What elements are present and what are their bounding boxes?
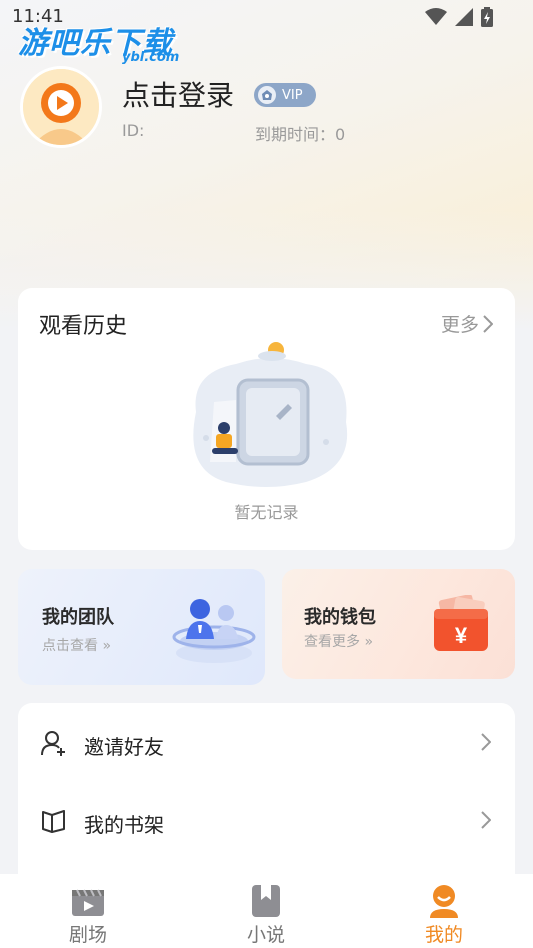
nav-item-mine[interactable]: 我的 [384, 874, 504, 948]
battery-icon [481, 7, 493, 27]
menu-item-bookshelf[interactable]: 我的书架 [18, 783, 515, 861]
login-title[interactable]: 点击登录 [122, 74, 234, 114]
my-team-card[interactable]: 我的团队 点击查看 » [18, 569, 265, 685]
profile-icon [430, 885, 458, 918]
signal-icon [455, 8, 473, 26]
wifi-icon [425, 8, 447, 25]
menu-card: 邀请好友 我的书架 [18, 703, 515, 893]
expiry-time: 到期时间：0 [255, 125, 346, 144]
chevron-right-icon [481, 811, 491, 829]
nav-item-theater[interactable]: 剧场 [28, 874, 148, 948]
menu-item-invite-friends[interactable]: 邀请好友 [18, 705, 515, 783]
user-plus-icon [41, 731, 65, 756]
chevron-right-icon [481, 733, 491, 751]
watermark-sub: ybl.com [122, 50, 180, 65]
history-card: 观看历史 更多 暂无记录 [18, 288, 515, 550]
my-wallet-sub: 查看更多 » [304, 634, 374, 650]
chevron-right-icon [483, 314, 493, 333]
svg-text:¥: ¥ [455, 623, 468, 648]
my-wallet-title: 我的钱包 [304, 607, 376, 628]
bookmark-book-icon [252, 885, 280, 917]
menu-item-label: 邀请好友 [84, 735, 164, 759]
team-icon [172, 599, 256, 663]
watermark-logo: 游吧乐下载 ybl.com [18, 18, 188, 68]
nav-label: 我的 [424, 924, 463, 946]
nav-label: 剧场 [68, 924, 107, 946]
book-open-icon [42, 810, 65, 833]
wallet-icon: ¥ [434, 595, 488, 651]
history-title: 观看历史 [39, 314, 128, 339]
history-more-label: 更多 [440, 314, 479, 336]
bottom-nav: 剧场 小说 我的 [0, 874, 533, 948]
avatar-play-icon [23, 69, 99, 145]
nav-label: 小说 [246, 924, 285, 946]
status-icons [425, 7, 493, 27]
menu-item-label: 我的书架 [84, 813, 164, 837]
vip-label: VIP [282, 87, 303, 103]
empty-history-illustration [193, 342, 348, 487]
my-team-title: 我的团队 [42, 607, 114, 628]
history-more-link[interactable]: 更多 [441, 310, 493, 337]
vip-badge: VIP [254, 83, 316, 107]
nav-item-novel[interactable]: 小说 [206, 874, 326, 948]
video-icon [72, 889, 104, 916]
my-team-sub: 点击查看 » [42, 638, 112, 654]
vip-house-icon [258, 86, 276, 104]
empty-history-text: 暂无记录 [234, 503, 299, 522]
my-wallet-card[interactable]: 我的钱包 查看更多 » ¥ [282, 569, 515, 679]
user-id: ID: [122, 121, 145, 140]
avatar[interactable] [20, 66, 102, 148]
